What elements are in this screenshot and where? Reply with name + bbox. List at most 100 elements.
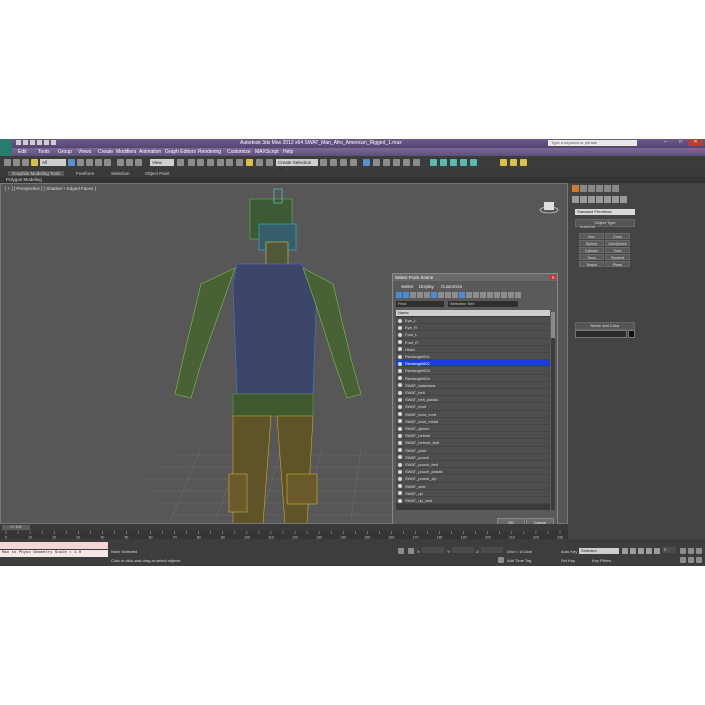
- named-selection-sets-dropdown[interactable]: Create Selection Se: [276, 159, 318, 172]
- tab-freeform[interactable]: Freeform: [76, 171, 94, 176]
- sync-selection-icon[interactable]: [501, 292, 507, 298]
- list-item[interactable]: Rectangle003: [396, 367, 550, 375]
- graphite-toggle-icon[interactable]: [330, 159, 337, 166]
- display-helpers-icon[interactable]: [424, 292, 430, 298]
- utilities-tab-icon[interactable]: [612, 185, 619, 192]
- lock-selection-icon[interactable]: [398, 548, 404, 554]
- select-and-link-icon[interactable]: [104, 159, 111, 166]
- menu-animation[interactable]: Animation: [139, 149, 161, 155]
- bind-space-warp-icon[interactable]: [31, 159, 38, 166]
- rendered-frame-icon[interactable]: [383, 159, 390, 166]
- key-filters-button[interactable]: Key Filters...: [592, 558, 614, 563]
- menu-views[interactable]: Views: [78, 149, 91, 155]
- list-item[interactable]: Head: [396, 345, 550, 353]
- plugin-icon[interactable]: [430, 159, 437, 166]
- list-item[interactable]: SWAT_helmet: [396, 432, 550, 440]
- material-editor-icon[interactable]: [363, 159, 370, 166]
- list-item[interactable]: Foot_L: [396, 331, 550, 339]
- maxscript-listener-top[interactable]: [0, 542, 108, 549]
- set-key-label[interactable]: Set Key: [561, 558, 575, 563]
- select-dependents-icon[interactable]: [508, 292, 514, 298]
- pan-icon[interactable]: [680, 557, 686, 563]
- plane-button[interactable]: Plane: [605, 261, 630, 267]
- display-bones-icon[interactable]: [452, 292, 458, 298]
- teapot-button[interactable]: Teapot: [579, 261, 604, 267]
- list-item[interactable]: SWAT_balaclava: [396, 381, 550, 389]
- list-item[interactable]: SWAT_pouch_plastic: [396, 468, 550, 476]
- zoom-icon[interactable]: [680, 548, 686, 554]
- new-icon[interactable]: [16, 140, 21, 145]
- list-item[interactable]: SWAT_pouch: [396, 453, 550, 461]
- pivot-center-icon[interactable]: [177, 159, 184, 166]
- autogrid-checkbox[interactable]: AutoGrid: [580, 225, 595, 229]
- percent-snap-icon[interactable]: [226, 159, 233, 166]
- display-none-icon[interactable]: [466, 292, 472, 298]
- x-coordinate-field[interactable]: [422, 547, 444, 553]
- minimize-button[interactable]: –: [658, 139, 673, 146]
- list-item[interactable]: Rectangle002: [396, 360, 550, 368]
- menu-edit[interactable]: Edit: [18, 149, 27, 155]
- shapes-icon[interactable]: [580, 196, 587, 203]
- cylinder-button[interactable]: Cylinder: [579, 247, 604, 253]
- list-item[interactable]: SWAT_helmet_belt: [396, 439, 550, 447]
- find-input[interactable]: Find:: [396, 301, 444, 307]
- list-item[interactable]: Foot_R: [396, 338, 550, 346]
- tab-selection[interactable]: Selection: [111, 171, 130, 176]
- modify-tab-icon[interactable]: [580, 185, 587, 192]
- geosphere-button[interactable]: GeoSphere: [605, 240, 630, 246]
- menu-help[interactable]: Help: [283, 149, 293, 155]
- list-item[interactable]: SWAT_pouch_zip: [396, 475, 550, 483]
- save-icon[interactable]: [30, 140, 35, 145]
- go-to-start-icon[interactable]: [622, 548, 628, 554]
- display-all-icon[interactable]: [459, 292, 465, 298]
- select-invert-icon[interactable]: [494, 292, 500, 298]
- time-tag-icon[interactable]: [498, 557, 504, 563]
- schematic-view-icon[interactable]: [350, 159, 357, 166]
- list-item[interactable]: Rectangle004: [396, 374, 550, 382]
- unlink-icon[interactable]: [22, 159, 29, 166]
- app-logo-icon[interactable]: [0, 139, 12, 157]
- search-input[interactable]: Type a keyword or phrase: [548, 140, 637, 146]
- cameras-icon[interactable]: [596, 196, 603, 203]
- menu-modifiers[interactable]: Modifiers: [116, 149, 136, 155]
- create-tab-icon[interactable]: [572, 185, 579, 192]
- y-coordinate-field[interactable]: [452, 547, 474, 553]
- cone-button[interactable]: Cone: [605, 233, 630, 239]
- list-item[interactable]: SWAT_belt_plastic: [396, 396, 550, 404]
- sphere-button[interactable]: Sphere: [579, 240, 604, 246]
- scene-object-list[interactable]: Name Eye_L Eye_R Foot_L Foot_R Head Rectangle…: [396, 310, 550, 510]
- list-item[interactable]: SWAT_side: [396, 482, 550, 490]
- curve-editor-icon[interactable]: [340, 159, 347, 166]
- object-color-swatch[interactable]: [628, 330, 635, 338]
- select-by-name-icon[interactable]: [77, 159, 84, 166]
- list-item[interactable]: SWAT_pouch_belt: [396, 461, 550, 469]
- menu-create[interactable]: Create: [98, 149, 113, 155]
- tab-object-paint[interactable]: Object Paint: [145, 171, 170, 176]
- select-object-icon[interactable]: [68, 159, 75, 166]
- display-cameras-icon[interactable]: [417, 292, 423, 298]
- maximize-viewport-icon[interactable]: [696, 557, 702, 563]
- align-icon[interactable]: [266, 159, 273, 166]
- list-item[interactable]: SWAT_up_vest: [396, 497, 550, 505]
- hierarchy-tab-icon[interactable]: [588, 185, 595, 192]
- maxscript-listener-line[interactable]: Max to Physx Geometry Scale = 1.0: [0, 550, 108, 557]
- edit-named-selection-icon[interactable]: [246, 159, 253, 166]
- list-item[interactable]: SWAT_belt: [396, 389, 550, 397]
- list-item[interactable]: SWAT_boot_cord: [396, 410, 550, 418]
- tab-graphite-modeling-tools[interactable]: Graphite Modeling Tools: [8, 171, 65, 176]
- display-invert-icon[interactable]: [473, 292, 479, 298]
- plugin-icon[interactable]: [440, 159, 447, 166]
- snaps-toggle-icon[interactable]: [207, 159, 214, 166]
- undo-icon[interactable]: [4, 159, 11, 166]
- list-item[interactable]: Eye_L: [396, 317, 550, 325]
- track-bar[interactable]: 0 10 20 30 40 50 60 70 80 90 100 110 120 130 140 150 160…: [0, 531, 568, 540]
- project-folder-icon[interactable]: [51, 140, 56, 145]
- zoom-all-icon[interactable]: [688, 548, 694, 554]
- render-activeshade-icon[interactable]: [413, 159, 420, 166]
- menu-rendering[interactable]: Rendering: [198, 149, 221, 155]
- move-icon[interactable]: [117, 159, 124, 166]
- name-and-color-rollout[interactable]: Name and Color: [575, 322, 635, 330]
- geometry-icon[interactable]: [572, 196, 579, 203]
- menu-tools[interactable]: Tools: [38, 149, 50, 155]
- layer-manager-icon[interactable]: [320, 159, 327, 166]
